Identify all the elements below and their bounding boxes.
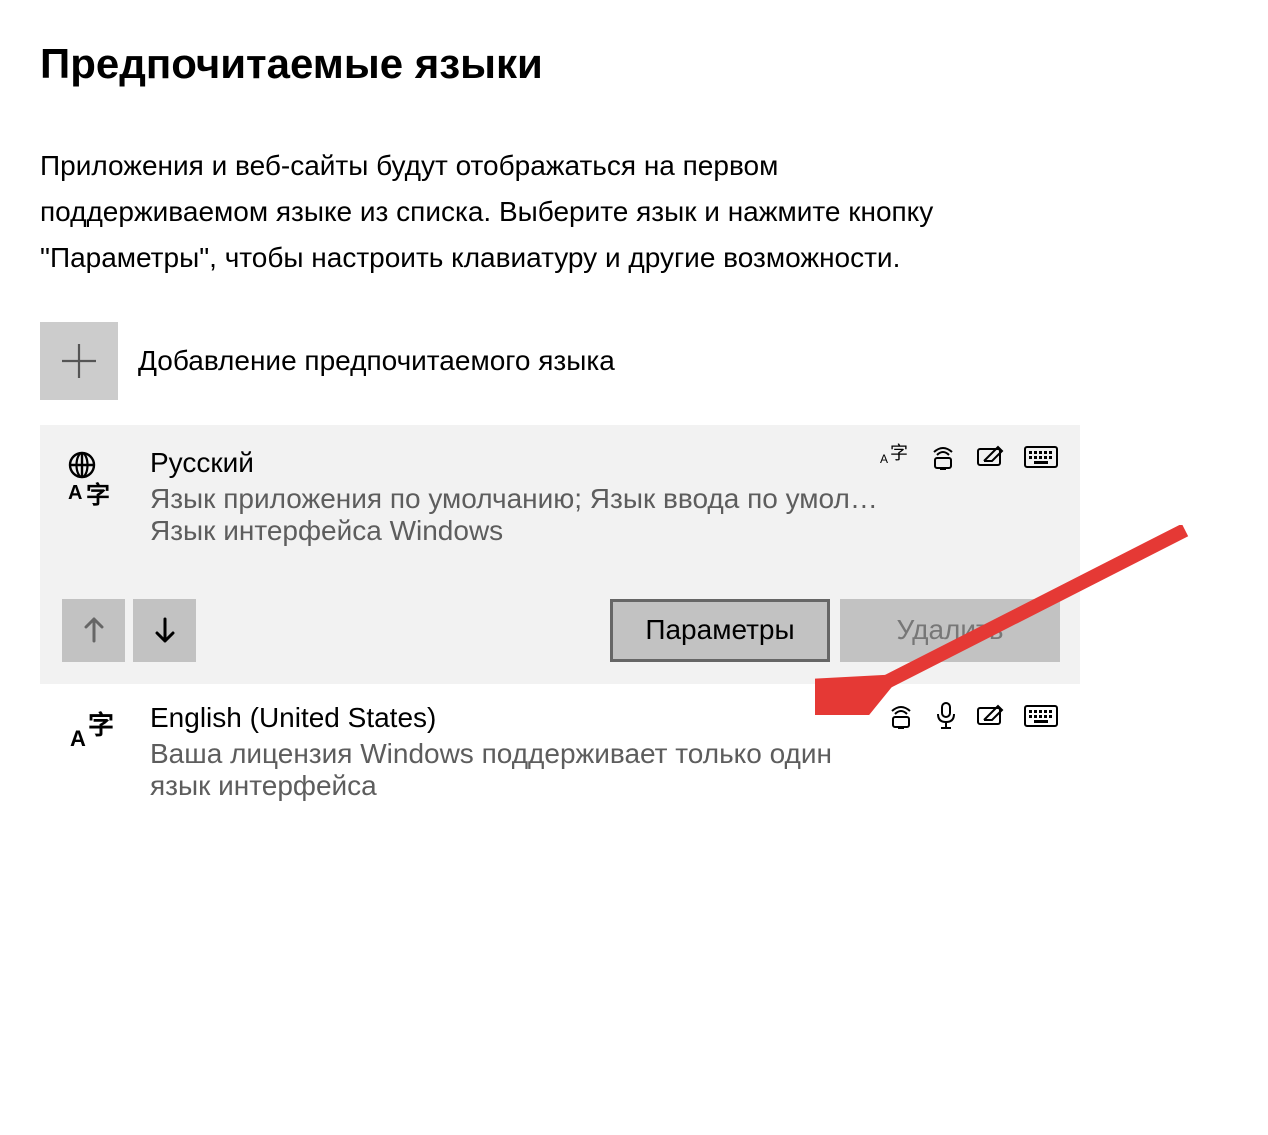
svg-text:字: 字: [86, 481, 110, 509]
move-up-button[interactable]: [62, 599, 125, 662]
svg-text:A: A: [70, 726, 86, 751]
language-item-english[interactable]: A 字 English (United States) Ваша лицензи…: [40, 684, 1080, 820]
plus-icon: [40, 322, 118, 400]
language-pack-icon: A 字: [62, 702, 124, 758]
add-language-label: Добавление предпочитаемого языка: [138, 345, 615, 377]
svg-text:A: A: [880, 452, 888, 466]
remove-button: Удалить: [840, 599, 1060, 662]
language-subtitle: Язык приложения по умолчанию; Язык ввода…: [150, 483, 1060, 515]
section-title: Предпочитаемые языки: [40, 40, 1228, 88]
svg-text:字: 字: [88, 710, 114, 740]
speech-recognition-icon: [934, 702, 958, 730]
options-button[interactable]: Параметры: [610, 599, 830, 662]
handwriting-icon: [976, 704, 1006, 728]
language-subtitle-2: Язык интерфейса Windows: [150, 515, 1060, 547]
move-down-button[interactable]: [133, 599, 196, 662]
text-to-speech-icon: [928, 444, 958, 470]
display-language-icon: A 字: [880, 443, 910, 471]
svg-text:字: 字: [890, 443, 908, 463]
handwriting-icon: [976, 445, 1006, 469]
keyboard-icon: [1024, 446, 1058, 468]
language-subtitle-2: язык интерфейса: [150, 770, 1060, 802]
language-pack-full-icon: A 字: [62, 447, 124, 509]
keyboard-icon: [1024, 705, 1058, 727]
language-item-russian[interactable]: A 字 Русский Язык приложения по умолчанию…: [40, 425, 1080, 684]
section-description: Приложения и веб-сайты будут отображатьс…: [40, 143, 1000, 282]
text-to-speech-icon: [886, 703, 916, 729]
add-language-button[interactable]: Добавление предпочитаемого языка: [40, 322, 1228, 400]
svg-text:A: A: [68, 482, 82, 504]
language-subtitle: Ваша лицензия Windows поддерживает тольк…: [150, 738, 1060, 770]
